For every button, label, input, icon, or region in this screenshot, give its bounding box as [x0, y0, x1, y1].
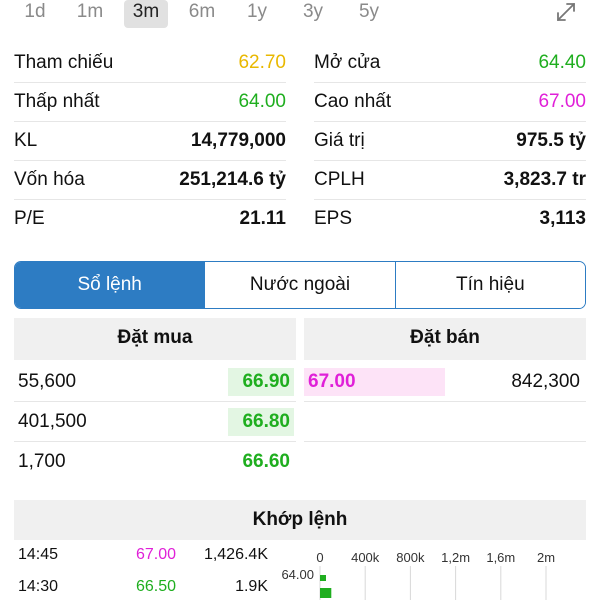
bid-row[interactable]: 55,600 66.90	[14, 362, 296, 402]
pe-value: 21.11	[239, 208, 287, 229]
open-price: 64.40	[538, 52, 586, 73]
stat-label: CPLH	[314, 169, 365, 190]
volume-value: 14,779,000	[190, 130, 286, 151]
stat-label: Giá trị	[314, 130, 365, 151]
stat-volume: KL 14,779,000	[14, 122, 286, 161]
bid-row[interactable]: 401,500 66.80	[14, 402, 296, 442]
tab-order-book[interactable]: Sổ lệnh	[15, 262, 205, 308]
x-tick-label: 2m	[537, 550, 555, 565]
stat-reference: Tham chiếu 62.70	[14, 44, 286, 83]
buy-header: Đặt mua	[14, 318, 296, 360]
stat-label: EPS	[314, 208, 353, 229]
trade-price: 66.50	[135, 578, 176, 595]
range-1y[interactable]: 1y	[240, 0, 274, 28]
stat-row: Thấp nhất 64.00 Cao nhất 67.00	[14, 83, 586, 122]
volume-by-price-chart: 0 400k 800k 1,2m 1,6m 2m 64.00	[281, 550, 555, 600]
trade-volume: 1,426.4K	[203, 546, 268, 563]
stat-market-cap: Vốn hóa 251,214.6 tỷ	[14, 161, 286, 200]
market-cap-value: 251,214.6 tỷ	[179, 169, 286, 190]
trade-price: 67.00	[135, 546, 176, 563]
stat-label: Cao nhất	[314, 91, 392, 112]
shares-value: 3,823.7 tr	[503, 169, 586, 190]
y-tick-label: 64.00	[281, 567, 314, 582]
trade-value: 975.5 tỷ	[516, 130, 586, 151]
tab-foreign[interactable]: Nước ngoài	[204, 262, 395, 308]
stat-label: Thấp nhất	[14, 91, 100, 112]
x-tick-label: 0	[316, 550, 323, 565]
stat-row: P/E 21.11 EPS 3,113	[14, 200, 586, 239]
ask-row-empty	[304, 402, 586, 442]
range-1m[interactable]: 1m	[72, 0, 108, 28]
trade-volume: 1.9K	[235, 578, 268, 595]
range-3m[interactable]: 3m	[124, 0, 168, 28]
stat-trade-value: Giá trị 975.5 tỷ	[314, 122, 586, 161]
volume-bar-marker	[320, 575, 326, 581]
stat-open: Mở cửa 64.40	[314, 44, 586, 83]
ask-price: 67.00	[308, 371, 356, 392]
sell-header: Đặt bán	[304, 318, 586, 360]
low-price: 64.00	[238, 91, 286, 112]
stat-high: Cao nhất 67.00	[314, 83, 586, 122]
matched-header: Khớp lệnh	[14, 500, 586, 540]
ask-qty: 842,300	[511, 371, 580, 392]
stat-label: P/E	[14, 208, 45, 229]
x-tick-label: 1,6m	[486, 550, 515, 565]
bid-qty: 401,500	[18, 411, 87, 432]
trade-time: 14:30	[18, 578, 59, 595]
range-3y[interactable]: 3y	[296, 0, 330, 28]
stat-row: Vốn hóa 251,214.6 tỷ CPLH 3,823.7 tr	[14, 161, 586, 200]
ask-row[interactable]: 67.00 842,300	[304, 362, 586, 402]
section-tabs: Sổ lệnh Nước ngoài Tín hiệu	[14, 261, 586, 309]
bid-price: 66.60	[242, 451, 290, 472]
bid-price: 66.80	[242, 411, 290, 432]
stat-label: KL	[14, 130, 38, 151]
trade-row: 14:30 66.50 1.9K	[18, 574, 268, 598]
stat-low: Thấp nhất 64.00	[14, 83, 286, 122]
eps-value: 3,113	[539, 208, 587, 229]
stat-shares: CPLH 3,823.7 tr	[314, 161, 586, 200]
bid-price: 66.90	[242, 371, 290, 392]
stat-row: Tham chiếu 62.70 Mở cửa 64.40	[14, 44, 586, 83]
expand-icon[interactable]	[554, 0, 578, 24]
reference-price: 62.70	[238, 52, 286, 73]
stat-label: Tham chiếu	[14, 52, 114, 73]
x-tick-label: 1,2m	[441, 550, 470, 565]
stat-eps: EPS 3,113	[314, 200, 586, 239]
stock-stats: Tham chiếu 62.70 Mở cửa 64.40 Thấp nhất …	[14, 44, 586, 239]
stat-pe: P/E 21.11	[14, 200, 286, 239]
range-selector: 1d 1m 3m 6m 1y 3y 5y	[0, 0, 600, 30]
x-tick-label: 800k	[396, 550, 425, 565]
bid-row[interactable]: 1,700 66.60	[14, 442, 296, 482]
x-tick-label: 400k	[351, 550, 380, 565]
stat-label: Mở cửa	[314, 52, 381, 73]
bid-qty: 1,700	[18, 451, 66, 472]
stat-label: Vốn hóa	[14, 169, 85, 190]
trade-row: 14:45 67.00 1,426.4K	[18, 542, 268, 566]
high-price: 67.00	[538, 91, 586, 112]
range-1d[interactable]: 1d	[18, 0, 52, 28]
bid-qty: 55,600	[18, 371, 77, 392]
trade-time: 14:45	[18, 546, 59, 563]
stat-row: KL 14,779,000 Giá trị 975.5 tỷ	[14, 122, 586, 161]
range-6m[interactable]: 6m	[182, 0, 222, 28]
volume-bar	[320, 588, 332, 598]
range-5y[interactable]: 5y	[352, 0, 386, 28]
tab-signals[interactable]: Tín hiệu	[394, 262, 585, 308]
